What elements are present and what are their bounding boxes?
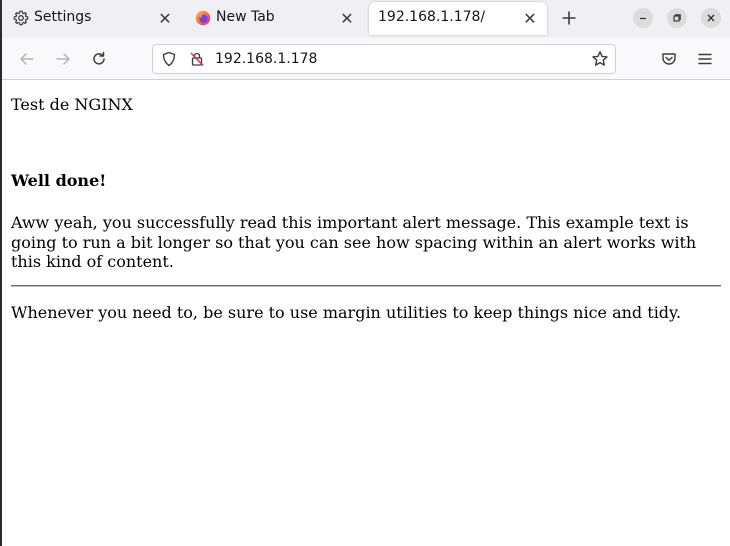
new-tab-button[interactable] — [558, 7, 580, 29]
close-tab-icon[interactable]: ✕ — [521, 9, 539, 28]
reload-icon — [93, 51, 105, 65]
firefox-icon — [195, 10, 211, 26]
minimize-icon — [640, 17, 646, 20]
url-text[interactable]: 192.168.1.178 — [215, 51, 317, 67]
insecure-lock-icon[interactable] — [189, 51, 205, 67]
hamburger-menu-icon — [698, 53, 712, 65]
tab-label: 192.168.1.178/ — [378, 9, 486, 25]
back-button[interactable] — [16, 48, 38, 70]
forward-button[interactable] — [52, 48, 74, 70]
navigation-toolbar: 192.168.1.178 — [2, 38, 730, 80]
shield-icon[interactable] — [161, 51, 177, 67]
plus-icon — [562, 11, 576, 25]
forward-arrow-icon — [56, 53, 70, 65]
address-bar[interactable]: 192.168.1.178 — [152, 44, 616, 74]
alert-heading: Well done! — [11, 171, 107, 190]
tab-label: Settings — [34, 9, 92, 25]
page-content: Test de NGINX Well done! Aww yeah, you s… — [2, 80, 730, 546]
tab-active-page[interactable]: 192.168.1.178/ ✕ — [369, 2, 547, 35]
back-arrow-icon — [20, 53, 34, 65]
page-title: Test de NGINX — [11, 95, 133, 114]
reload-button[interactable] — [88, 48, 110, 70]
minimize-button[interactable] — [633, 8, 653, 28]
browser-window: Settings ✕ New Tab ✕ 192.168.1.178/ ✕ 19… — [2, 0, 730, 546]
horizontal-rule — [11, 285, 721, 287]
alert-footer-text: Whenever you need to, be sure to use mar… — [11, 303, 682, 322]
close-tab-icon[interactable]: ✕ — [156, 9, 174, 28]
menu-button[interactable] — [694, 48, 716, 70]
tab-settings[interactable]: Settings ✕ — [2, 0, 184, 36]
tab-strip: Settings ✕ New Tab ✕ 192.168.1.178/ ✕ — [2, 0, 730, 38]
restore-button[interactable] — [667, 8, 687, 28]
tab-new-tab[interactable]: New Tab ✕ — [184, 0, 366, 36]
close-tab-icon[interactable]: ✕ — [338, 9, 356, 28]
tab-label: New Tab — [216, 9, 275, 25]
gear-icon — [13, 10, 29, 26]
pocket-icon — [662, 53, 676, 65]
restore-icon — [673, 14, 681, 22]
close-window-button[interactable] — [701, 8, 721, 28]
alert-body-text: Aww yeah, you successfully read this imp… — [11, 213, 697, 271]
close-window-icon — [707, 14, 715, 22]
pocket-button[interactable] — [658, 48, 680, 70]
bookmark-star-icon[interactable] — [591, 50, 609, 68]
